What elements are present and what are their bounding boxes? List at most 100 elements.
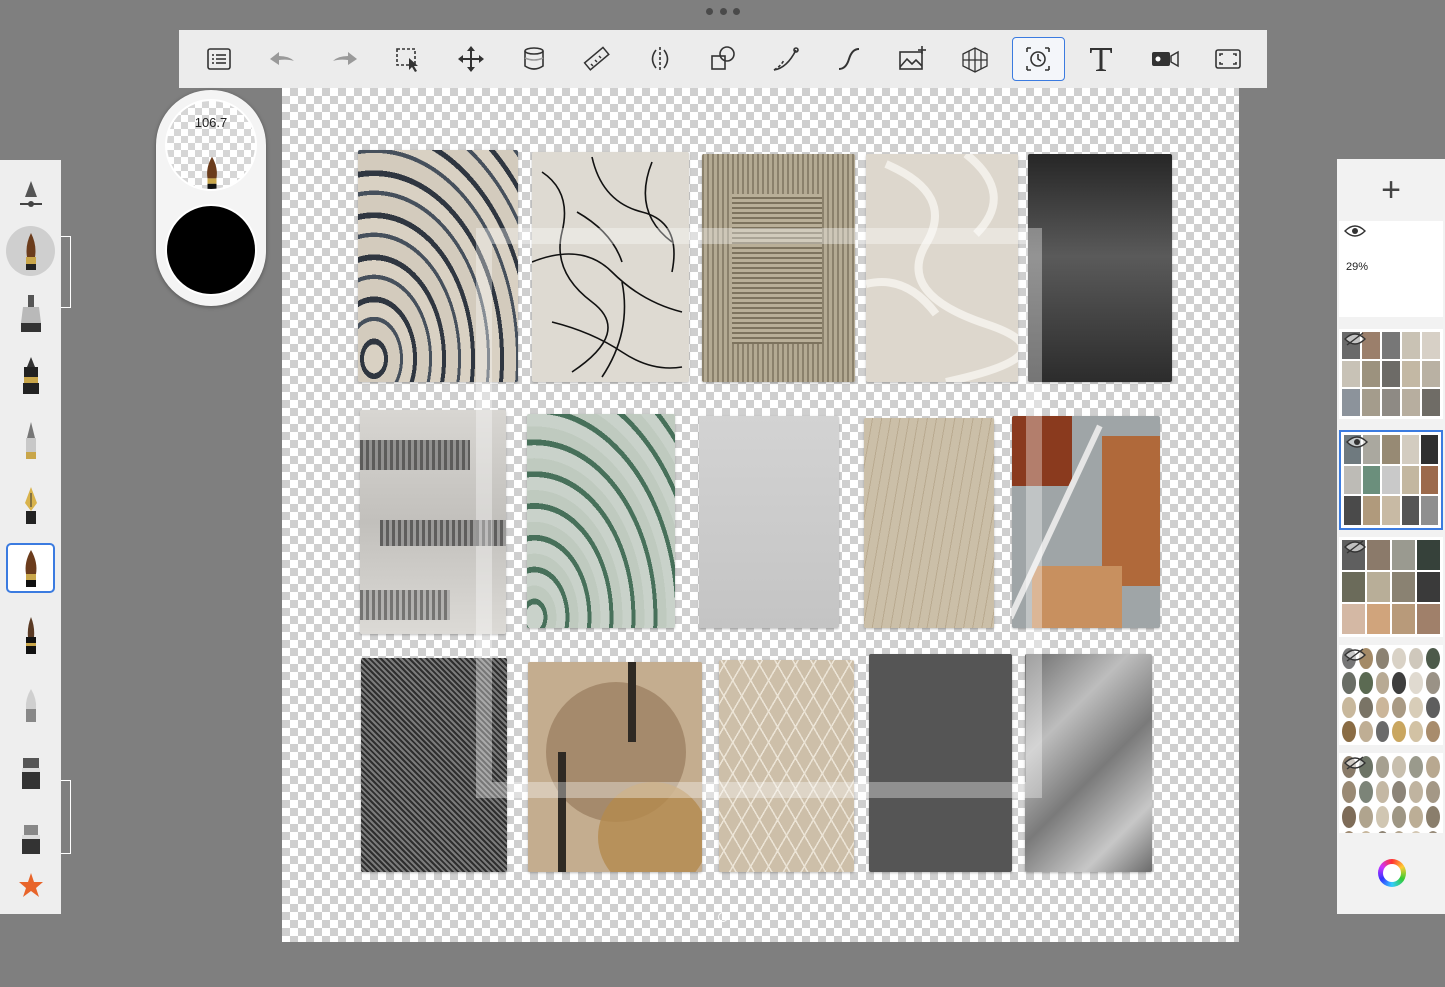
eye-hidden-icon[interactable] <box>1344 540 1366 554</box>
fullscreen-icon <box>1214 49 1241 69</box>
brush-favorites[interactable] <box>6 860 55 910</box>
text-icon <box>1090 48 1113 71</box>
texture-tile <box>360 410 506 634</box>
layer-2[interactable] <box>1339 329 1443 419</box>
curve-icon <box>773 47 799 71</box>
perspective-grid-icon <box>962 47 988 73</box>
canvas-scroll-indicator <box>718 912 728 922</box>
texture-tile <box>1028 154 1172 382</box>
texture-tile <box>864 418 994 628</box>
texture-tile <box>702 154 855 382</box>
multitasking-dots[interactable] <box>706 8 740 18</box>
texture-tile <box>528 662 702 872</box>
ruler-tool-button[interactable] <box>571 37 623 81</box>
curve-tool-button[interactable] <box>760 37 812 81</box>
layers-panel: + 29% <box>1337 159 1445 914</box>
selection-icon <box>395 48 418 72</box>
brush-color-swatch[interactable] <box>165 204 257 296</box>
star-icon <box>18 873 43 897</box>
fountain-pen-icon <box>24 487 37 524</box>
video-record-button[interactable] <box>1138 37 1190 81</box>
video-icon <box>1151 50 1179 68</box>
image-add-icon <box>899 46 927 70</box>
text-tool-button[interactable] <box>1075 37 1127 81</box>
fill-tool-button[interactable] <box>508 37 560 81</box>
layer-3[interactable] <box>1339 430 1443 530</box>
symmetry-icon <box>651 47 669 71</box>
brush-fine-brush[interactable] <box>6 610 55 660</box>
stroke-icon <box>839 48 860 70</box>
brush-pencil[interactable] <box>6 415 55 465</box>
brush-size-preview[interactable]: 106.7 <box>165 99 257 191</box>
undo-icon <box>269 52 294 65</box>
brush-soft-airbrush[interactable] <box>6 226 55 276</box>
eye-hidden-icon[interactable] <box>1344 332 1366 346</box>
brush-group-bracket <box>61 780 71 854</box>
brush-marker[interactable] <box>6 288 55 338</box>
ink-pen-icon <box>22 357 39 394</box>
brush-settings-icon <box>19 181 42 207</box>
layers-menu-button[interactable] <box>192 37 244 81</box>
transform-tool-button[interactable] <box>445 37 497 81</box>
texture-tile <box>532 152 689 382</box>
brush-blender[interactable] <box>6 678 55 728</box>
texture-tile <box>1012 416 1160 628</box>
symmetry-tool-button[interactable] <box>634 37 686 81</box>
brush-size-value: 106.7 <box>194 115 228 130</box>
brush-settings[interactable] <box>6 168 55 218</box>
stroke-tool-button[interactable] <box>823 37 875 81</box>
blender-icon <box>25 689 36 722</box>
texture-tile <box>869 654 1012 872</box>
layer-5[interactable] <box>1339 645 1443 745</box>
brush-eraser[interactable] <box>6 745 55 795</box>
layer-6[interactable] <box>1339 753 1443 833</box>
time-lapse-button[interactable] <box>1012 37 1065 81</box>
texture-tile <box>866 154 1018 382</box>
import-image-button[interactable] <box>886 37 938 81</box>
brush-group-bracket <box>61 236 71 308</box>
fine-brush-icon <box>25 617 36 654</box>
eraser-icon <box>21 825 40 854</box>
eraser-icon <box>21 758 40 789</box>
shape-tool-button[interactable] <box>697 37 749 81</box>
fullscreen-button[interactable] <box>1201 37 1253 81</box>
texture-tile <box>1025 654 1152 872</box>
texture-tile <box>361 658 507 872</box>
top-toolbar <box>179 30 1267 88</box>
brush-puck: 106.7 <box>156 90 266 306</box>
brush-eraser-2[interactable] <box>6 810 55 860</box>
brush-palette <box>0 160 61 914</box>
texture-tile <box>527 414 675 628</box>
layer-top[interactable]: 29% <box>1339 221 1443 317</box>
redo-icon <box>332 52 357 65</box>
eye-icon[interactable] <box>1344 224 1366 238</box>
eye-icon[interactable] <box>1346 435 1368 449</box>
redo-button[interactable] <box>319 37 371 81</box>
layer-opacity: 29% <box>1346 261 1369 273</box>
add-layer-button[interactable]: + <box>1337 159 1445 221</box>
brush-fountain-pen[interactable] <box>6 480 55 530</box>
pencil-icon <box>25 422 36 459</box>
brush-ink-pen[interactable] <box>6 350 55 400</box>
color-wheel-button[interactable] <box>1378 859 1406 887</box>
layer-thumbnail <box>1342 648 1440 742</box>
selection-tool-button[interactable] <box>382 37 434 81</box>
texture-tile <box>699 416 839 628</box>
brush-tip-icon <box>25 233 36 270</box>
eye-hidden-icon[interactable] <box>1344 648 1366 662</box>
paint-brush-icon <box>207 156 217 189</box>
paint-brush-icon <box>25 550 36 587</box>
perspective-guide-button[interactable] <box>949 37 1001 81</box>
bucket-icon <box>524 47 544 70</box>
move-icon <box>457 46 484 72</box>
texture-tile <box>719 660 854 872</box>
marker-icon <box>20 295 41 332</box>
brush-paint[interactable] <box>6 543 55 593</box>
ruler-icon <box>583 46 610 71</box>
undo-button[interactable] <box>255 37 307 81</box>
drawing-canvas[interactable] <box>282 88 1239 942</box>
eye-hidden-icon[interactable] <box>1344 756 1366 770</box>
layer-4[interactable] <box>1339 537 1443 637</box>
list-icon <box>206 48 231 70</box>
timelapse-icon <box>1026 47 1051 71</box>
